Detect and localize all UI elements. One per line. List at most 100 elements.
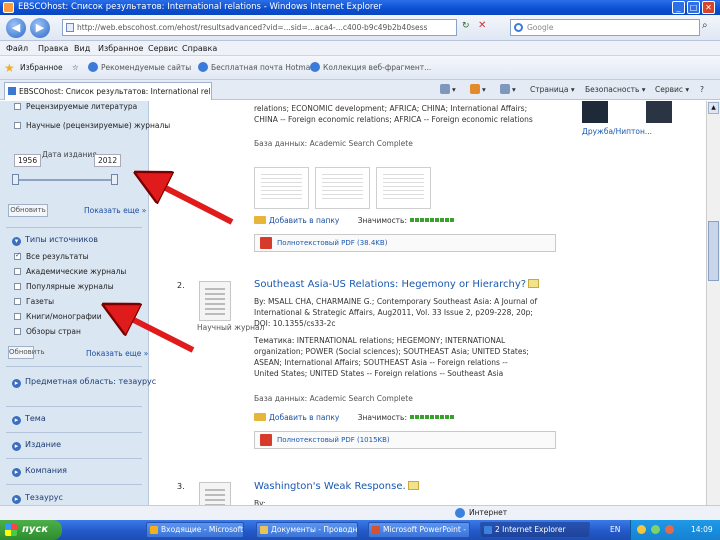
menu-edit[interactable]: Правка [38,41,68,56]
tray-icon[interactable] [665,525,674,534]
result-title[interactable]: Washington's Weak Response. [254,481,419,492]
menu-view[interactable]: Вид [74,41,90,56]
search-icon[interactable]: ⌕ [702,20,708,31]
section-company[interactable]: ▸ Компания [12,466,67,477]
url-text: http://web.ebscohost.com/ehost/resultsad… [77,23,428,32]
maximize-button[interactable]: □ [687,1,700,14]
date-from-input[interactable]: 1956 [14,154,42,167]
date-slider-handle-left[interactable] [12,174,19,185]
globe-icon [455,508,465,518]
show-more-link[interactable]: Показать еще » [84,206,146,215]
update-button-2[interactable]: Обновить [8,346,45,359]
taskbar-button-powerpoint[interactable]: Microsoft PowerPoint - ... [368,522,470,538]
document-icon[interactable] [199,281,231,321]
tray-icon[interactable] [651,525,660,534]
scroll-thumb[interactable] [708,221,719,281]
page-thumbnail[interactable] [254,167,309,209]
powerpoint-icon [372,526,380,534]
result-snippet: CHINA -- Foreign economic relations; AFR… [254,115,533,124]
checkbox-newspapers[interactable] [14,298,21,305]
checkbox-country-reports[interactable] [14,328,21,335]
date-slider-handle-right[interactable] [111,174,118,185]
update-button[interactable]: Обновить [8,204,48,217]
taskbar-button-outlook[interactable]: Входящие - Microsoft ... [146,522,244,538]
result-snippet: United States; UNITED States -- Foreign … [254,369,504,378]
fav-item-hotmail[interactable]: Бесплатная почта Hotmail [198,56,314,80]
url-field[interactable]: http://web.ebscohost.com/ehost/resultsad… [62,19,457,36]
start-button[interactable]: пуск [0,520,62,540]
safety-menu[interactable]: Безопасность ▾ [585,80,646,100]
vertical-scrollbar[interactable]: ▲ ▼ [706,101,720,520]
sidebar-top-item: Рецензируемые литература [26,102,138,111]
help-icon[interactable]: ? [700,80,704,100]
fav-item-webslice[interactable]: Коллекция веб-фрагмент... [310,56,431,80]
section-subject[interactable]: ▸ Тема [12,414,46,425]
checkbox-scholarly[interactable] [14,122,21,129]
add-to-folder-link[interactable]: Добавить в папку [254,413,339,422]
expand-icon: ▸ [12,468,21,477]
section-subject-thesaurus[interactable]: ▸ Предметная область: тезаурус [12,377,156,388]
section-source-types[interactable]: ▾ Типы источников [12,235,98,246]
menu-tools[interactable]: Сервис [148,41,178,56]
menu-file[interactable]: Файл [6,41,28,56]
print-icon[interactable]: ▾ [500,80,516,100]
checkbox-peer[interactable] [14,103,21,110]
stop-icon[interactable]: ✕ [478,20,486,31]
date-to-input[interactable]: 2012 [94,154,122,167]
checkbox-popular[interactable] [14,283,21,290]
show-more-link-2[interactable]: Показать еще » [86,349,148,358]
expand-icon: ▸ [12,379,21,388]
right-panel: Дружба/Ниптон... [574,101,704,520]
favorites-button[interactable]: Избранное [20,56,63,80]
pdf-icon [260,237,272,249]
result-snippet: Тематика: INTERNATIONAL relations; HEGEM… [254,336,506,345]
refresh-icon[interactable]: ↻ [462,21,470,31]
tray-icon[interactable] [637,525,646,534]
page-menu[interactable]: Страница ▾ [530,80,575,100]
scroll-up-icon[interactable]: ▲ [708,102,719,114]
divider [6,227,142,228]
pdf-icon [260,434,272,446]
feeds-icon[interactable]: ▾ [470,80,486,100]
back-arrow-icon[interactable]: ◀ [6,18,26,38]
page-thumbnail[interactable] [376,167,431,209]
fav-item-recommended[interactable]: Рекомендуемые сайты [88,56,191,80]
section-publication[interactable]: ▸ Издание [12,440,61,451]
source-type-label: Академические журналы [26,267,127,276]
safety-menu-label: Безопасность [585,85,640,94]
checkbox-books[interactable] [14,313,21,320]
image-thumbnail[interactable] [582,101,608,123]
divider [6,366,142,367]
result-snippet: DOI: 10.1355/cs33-2c [254,319,336,328]
tab-ebscohost[interactable]: EBSCOhost: Список результатов: Internati… [4,82,212,100]
folder-icon [254,413,266,421]
add-favorite-icon[interactable]: ☆ [72,56,79,80]
taskbar-button-explorer[interactable]: Документы - Проводник ... [256,522,358,538]
fulltext-pdf-link[interactable]: Полнотекстовый PDF (38.4KB) [254,234,556,252]
page-thumbnail[interactable] [315,167,370,209]
ie-icon [484,526,492,534]
search-input[interactable]: Google [510,19,700,36]
home-icon[interactable]: ▾ [440,80,456,100]
relevance-label: Значимость: [357,413,408,422]
menu-help[interactable]: Справка [182,41,217,56]
thumb-caption[interactable]: Дружба/Ниптон... [582,127,652,137]
checkbox-academic[interactable] [14,268,21,275]
minimize-button[interactable]: _ [672,1,685,14]
language-indicator[interactable]: EN [610,520,620,540]
taskbar-button-label: Входящие - Microsoft ... [161,525,244,534]
forward-arrow-icon[interactable]: ▶ [30,18,50,38]
result-title[interactable]: Southeast Asia-US Relations: Hegemony or… [254,279,540,290]
tab-icon [8,87,16,95]
tools-menu[interactable]: Сервис ▾ [655,80,689,100]
checkbox-all-results[interactable] [14,251,21,260]
result-snippet: organization; POWER (Social sciences); S… [254,347,529,356]
fulltext-pdf-link[interactable]: Полнотекстовый PDF (1015KB) [254,431,556,449]
add-to-folder-link[interactable]: Добавить в папку [254,216,339,225]
clock: 14:09 [691,525,713,534]
taskbar-button-ie[interactable]: 2 Internet Explorer [480,522,590,538]
menu-favorites[interactable]: Избранное [98,41,143,56]
section-thesaurus[interactable]: ▸ Тезаурус [12,493,63,504]
close-button[interactable]: ✕ [702,1,715,14]
image-thumbnail[interactable] [646,101,672,123]
